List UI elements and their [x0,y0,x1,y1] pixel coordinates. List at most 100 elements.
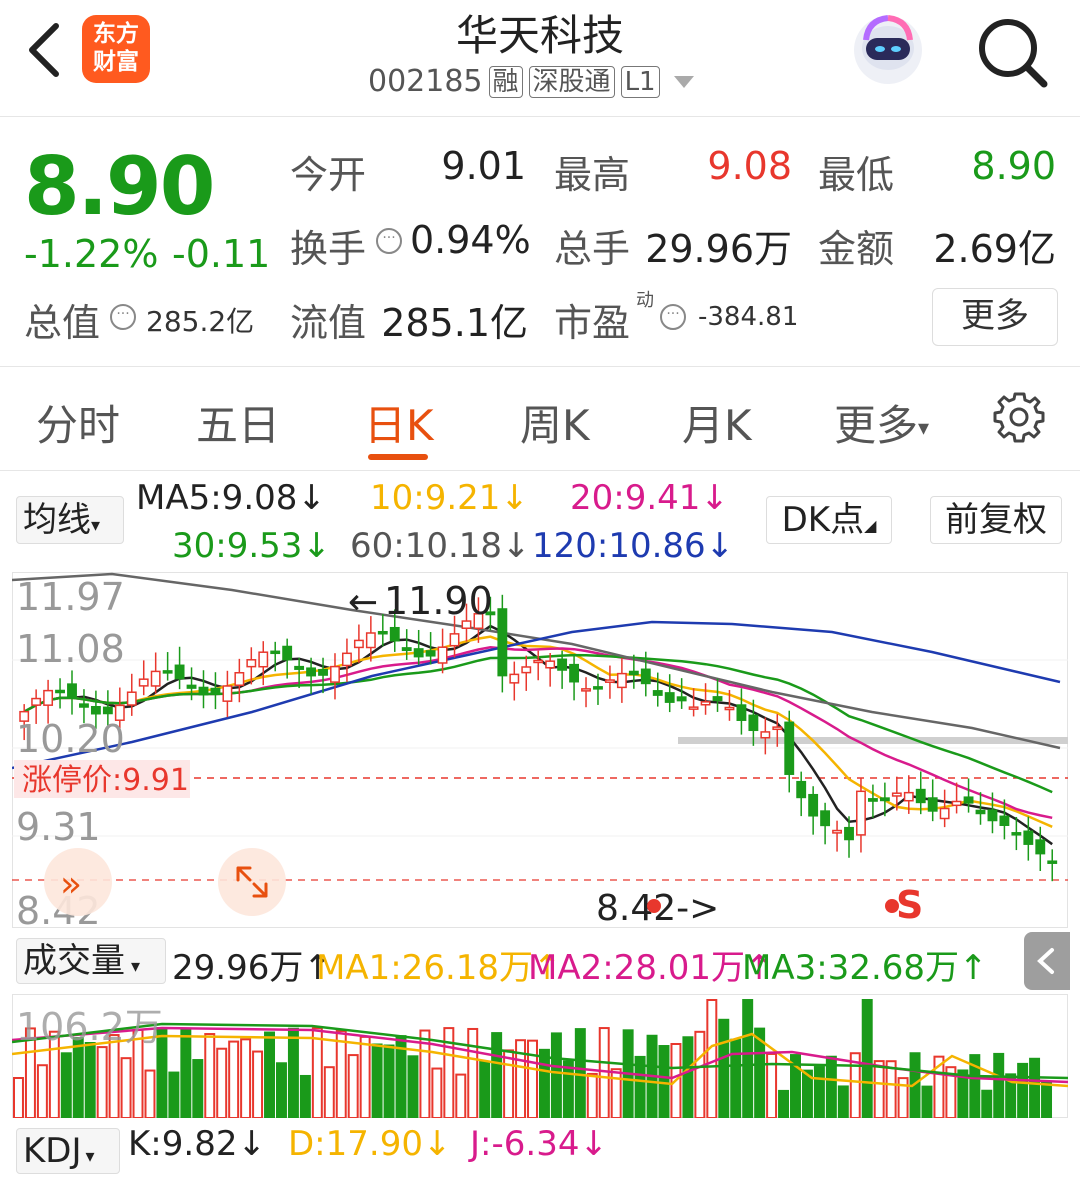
candle [1035,839,1046,855]
ma10-value: 10:9.21↓ [370,478,529,518]
price-band [678,737,1068,744]
volume-bar [180,1028,192,1118]
volume-bar [347,1054,359,1118]
candle [832,829,842,834]
kdj-d: D:17.90↓ [288,1124,452,1164]
amount-value: 2.69亿 [933,227,1056,271]
candle [150,670,161,687]
candle [210,687,221,696]
price-adjust-button[interactable]: 前复权 [930,496,1062,544]
indicator-select-volume[interactable]: 成交量 ▾ [16,938,166,984]
volume-bar [431,1067,443,1118]
indicator-select-ma[interactable]: 均线▾ [16,496,124,544]
high-label: 最高 [554,153,631,197]
volume-bar [72,1037,84,1118]
assistant-robot-icon[interactable] [848,10,928,90]
info-icon[interactable]: ··· [660,304,686,330]
candlestick-chart[interactable]: 11.97 11.08 10.20 9.31 8.42 涨停价:9.91 ← 1… [12,572,1068,928]
y-label-3: 10.20 [16,717,125,761]
candle [784,721,795,775]
candle [604,679,615,683]
volume-bar [120,1057,132,1118]
tab-intraday[interactable]: 分时 [36,392,120,453]
limit-up-label: 涨停价:9.91 [22,763,189,798]
indicator-select-kdj[interactable]: KDJ ▾ [16,1128,120,1174]
collapse-panel-button[interactable] [1024,932,1070,990]
volume-bar [503,1049,515,1118]
tab-weekly-k[interactable]: 周K [520,392,590,453]
candle [676,696,687,702]
gear-icon[interactable] [992,390,1046,444]
candle [557,658,568,671]
tab-daily-k[interactable]: 日K [364,392,434,453]
candle [879,797,890,802]
candle [318,668,328,676]
volume-bar [885,1060,897,1118]
volume-bar [993,1052,1005,1118]
volume-bar [36,1064,48,1118]
y-label-2: 11.08 [16,627,125,671]
volume-bar [299,1074,311,1118]
info-icon[interactable]: ··· [110,304,136,330]
expand-left-icon[interactable]: » [44,848,112,916]
volume-bar [240,1038,252,1118]
candle [796,780,807,799]
open-value: 9.01 [441,144,526,188]
candle [903,791,914,802]
volume-value: 29.96万↑ [172,948,332,988]
search-icon[interactable] [972,12,1052,92]
candle [198,686,209,696]
tab-more[interactable]: 更多▾ [834,392,929,453]
candle [856,790,866,836]
candle [294,665,305,670]
candle [628,670,639,676]
ma60-value: 60:10.18↓ [350,526,531,566]
quote-panel: 8.90 -1.22% -0.11 今开 9.01 最高 9.08 最低 8.9… [0,116,1080,367]
candle [258,651,269,668]
volume-bar [837,1085,849,1118]
volume-bar [479,1060,491,1118]
volume-bar [144,1069,156,1118]
candle [844,826,854,841]
pe-label: 市盈 [554,301,631,345]
candle [987,809,998,822]
high-mark-arrow: ← [348,582,378,623]
stock-code-row[interactable]: 002185 融 深股通 L1 [368,64,694,99]
volume-bar [598,1027,610,1118]
high-mark-label: 11.90 [384,579,493,623]
chevron-down-icon[interactable] [673,75,694,88]
volume-bar [13,1077,24,1118]
ma120-value: 120:10.86↓ [532,526,735,566]
mktcap-label: 总值 [24,301,101,345]
volume-bar [527,1039,538,1118]
volume-bar [873,1060,885,1118]
more-quote-button[interactable]: 更多 [932,288,1058,346]
dk-point-button[interactable]: DK点◢ [766,496,892,544]
volume-bar [981,1089,993,1118]
volume-bar [742,999,754,1118]
tab-five-day[interactable]: 五日 [196,392,280,453]
candle [545,660,556,669]
candle [533,659,544,664]
volume-select-label: 成交量 [23,941,125,981]
caret-down-icon: ▾ [131,956,141,977]
candle [353,639,364,649]
fullscreen-icon[interactable] [218,848,286,916]
candle [820,810,831,827]
candle [927,797,938,812]
candle [413,648,424,658]
volume-bar [335,1029,347,1118]
info-icon[interactable]: ··· [376,228,402,254]
candle [90,705,101,715]
period-tabs: 分时 五日 日K 周K 月K 更多▾ [0,366,1080,471]
turnover-label: 换手 [290,227,367,271]
candle [652,690,663,696]
candle [700,701,711,706]
candle [772,726,783,731]
tab-monthly-k[interactable]: 月K [682,392,752,453]
tag-level: L1 [620,65,660,98]
caret-down-icon: ▾ [91,515,101,536]
volume-bar [383,1044,395,1118]
volume-chart[interactable]: 106.2万 [12,994,1068,1118]
volume-bar [706,999,718,1118]
